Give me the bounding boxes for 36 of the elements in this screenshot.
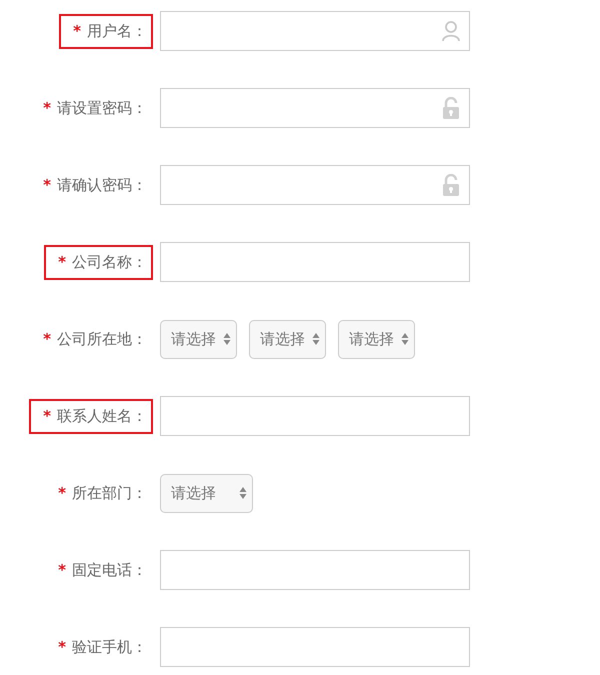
input-field[interactable] <box>160 165 470 205</box>
field-label: 固定电话： <box>72 560 147 580</box>
select-dropdown[interactable]: 请选择 <box>249 320 326 358</box>
field-label: 公司名称： <box>72 252 147 272</box>
field-label: 联系人姓名： <box>57 406 147 426</box>
sort-caret-icon <box>239 486 247 500</box>
user-icon <box>441 20 461 42</box>
required-asterisk: * <box>73 22 81 40</box>
input-field[interactable] <box>160 11 470 51</box>
required-asterisk: * <box>58 253 66 271</box>
required-asterisk: * <box>43 407 51 425</box>
field-label: 验证手机： <box>72 638 147 656</box>
input-field[interactable] <box>160 550 470 590</box>
required-asterisk: * <box>43 330 51 348</box>
sort-caret-icon <box>312 332 320 346</box>
input-field[interactable] <box>160 88 470 128</box>
field-label: 请确认密码： <box>57 176 147 194</box>
required-asterisk: * <box>58 638 66 656</box>
input-field[interactable] <box>160 627 470 667</box>
padlock-icon <box>441 174 461 196</box>
select-dropdown[interactable]: 请选择 <box>338 320 415 358</box>
input-field[interactable] <box>160 396 470 436</box>
sort-caret-icon <box>401 332 409 346</box>
input-field[interactable] <box>160 242 470 282</box>
sort-caret-icon <box>223 332 231 346</box>
select-dropdown[interactable]: 请选择 <box>160 474 253 512</box>
field-label: 用户名： <box>87 22 147 40</box>
required-asterisk: * <box>43 99 51 117</box>
field-label: 所在部门： <box>72 484 147 502</box>
required-asterisk: * <box>43 176 51 194</box>
required-asterisk: * <box>58 484 66 502</box>
padlock-icon <box>441 97 461 119</box>
required-asterisk: * <box>58 561 66 579</box>
field-label: 公司所在地： <box>57 330 147 348</box>
field-label: 请设置密码： <box>57 98 147 118</box>
select-dropdown[interactable]: 请选择 <box>160 320 237 358</box>
